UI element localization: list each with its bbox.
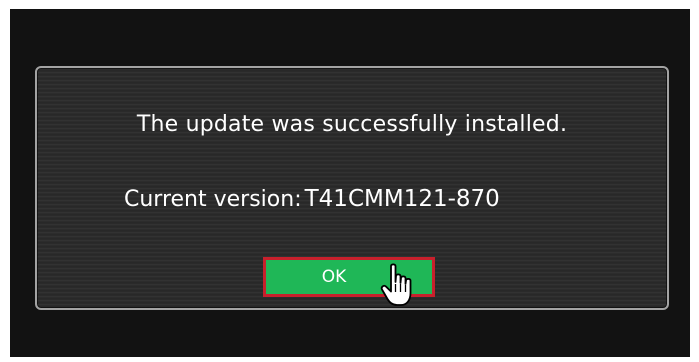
ok-button-label: OK [321, 267, 347, 287]
update-success-message: The update was successfully installed. [136, 112, 568, 137]
head-unit-screen: The update was successfully installed. C… [10, 9, 690, 357]
hand-pointer-icon [380, 263, 412, 306]
update-complete-dialog: The update was successfully installed. C… [35, 66, 669, 310]
current-version-label: Current version: [124, 187, 302, 212]
current-version-row: Current version: T41CMM121-870 [124, 186, 500, 212]
current-version-value: T41CMM121-870 [304, 186, 500, 212]
